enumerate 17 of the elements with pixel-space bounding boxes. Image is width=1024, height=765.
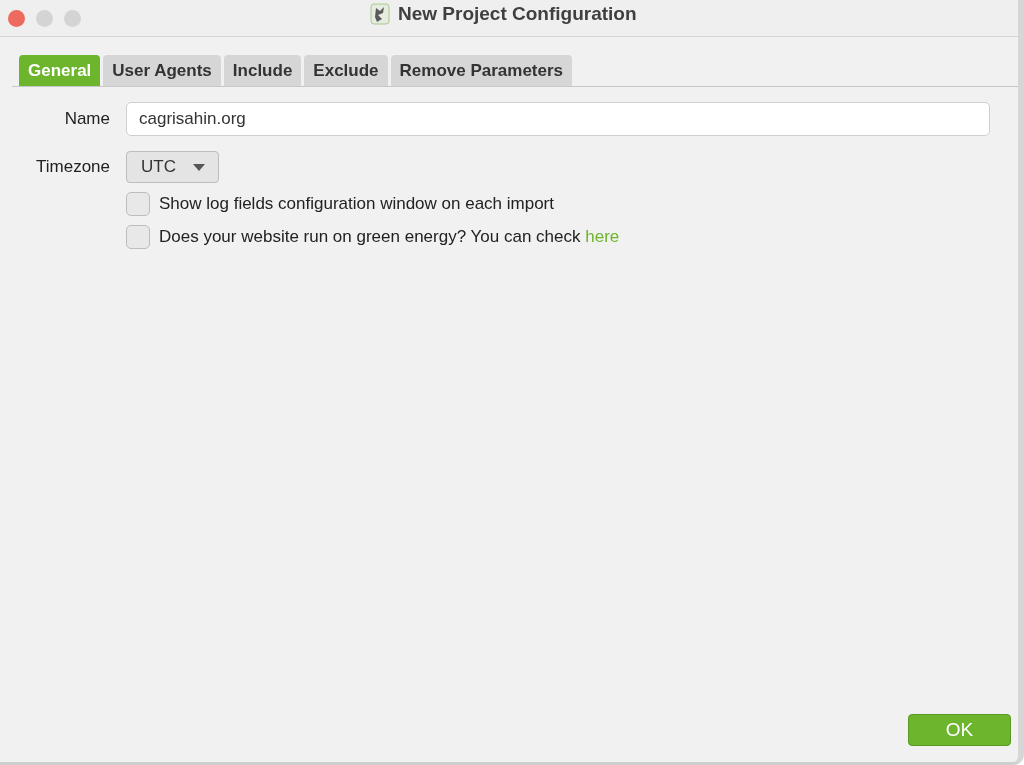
close-button[interactable] [8,9,25,27]
tab[interactable]: Exclude [304,55,388,86]
tab[interactable]: User Agents [103,55,221,86]
input-field[interactable]: cagrisahin.org [126,102,990,136]
checkbox[interactable] [126,225,150,249]
zoom-button[interactable] [64,9,81,27]
field-label: Timezone [35,157,110,177]
field-label: Name [63,109,110,129]
checkbox[interactable] [126,192,150,216]
tab[interactable]: Include [223,55,302,86]
window-title: New Project Configuration [398,3,637,25]
minimize-button[interactable] [36,9,53,27]
caret-icon [193,163,205,171]
checkbox-label: Does your website run on green energy? You can check here [159,227,620,247]
timezone-dropdown[interactable]: UTC [126,151,219,183]
checkbox-label: Show log fields configuration window on each import [159,194,554,214]
tab[interactable]: Remove Parameters [390,55,573,86]
